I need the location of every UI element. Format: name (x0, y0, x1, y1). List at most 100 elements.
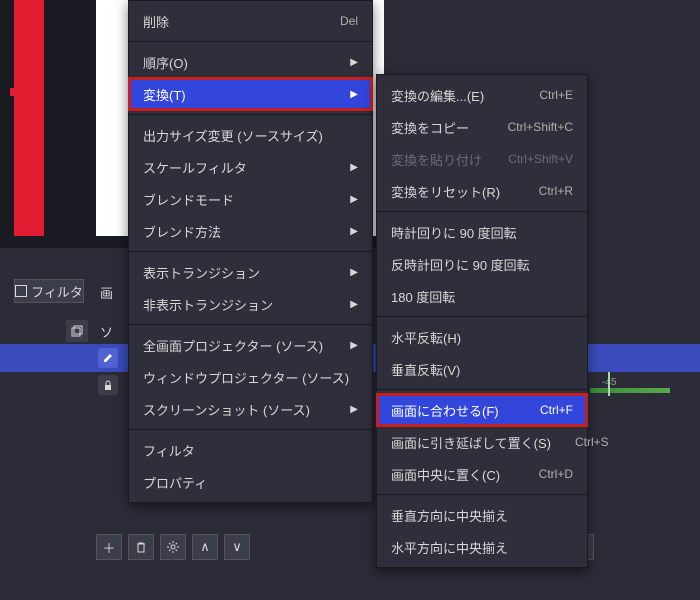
context-menu-item[interactable]: 全画面プロジェクター (ソース)▶ (129, 329, 372, 361)
menu-item-shortcut: Del (340, 14, 358, 28)
menu-item-label: 変換をコピー (391, 118, 484, 137)
transform-submenu-item[interactable]: 画面に引き延ばして置く(S)Ctrl+S (377, 426, 587, 458)
filters-button[interactable]: フィルタ (14, 279, 84, 303)
context-menu-item[interactable]: ウィンドウプロジェクター (ソース) (129, 361, 372, 393)
context-menu-item[interactable]: スケールフィルタ ▶ (129, 151, 372, 183)
restore-panel-button[interactable] (66, 320, 88, 342)
transform-submenu-item[interactable]: 変換の編集...(E)Ctrl+E (377, 79, 587, 111)
audio-meter-peak (608, 372, 610, 396)
menu-item-label: 反時計回りに 90 度回転 (391, 255, 573, 274)
menu-item-label: ブレンドモード (143, 190, 326, 209)
menu-item-label: 表示トランジション (143, 263, 326, 282)
move-up-button[interactable]: ∧ (192, 534, 218, 560)
context-menu-item[interactable]: 非表示トランジション ▶ (129, 288, 372, 320)
menu-item-label: スケールフィルタ (143, 158, 326, 177)
context-menu-item[interactable]: 削除 Del (129, 5, 372, 37)
menu-item-label: 順序(O) (143, 53, 326, 72)
transform-submenu-item[interactable]: 水平方向に中央揃え (377, 531, 587, 563)
chevron-down-icon: ∨ (232, 539, 242, 555)
transform-submenu-item[interactable]: 180 度回転 (377, 280, 587, 312)
menu-item-shortcut: Ctrl+R (539, 184, 573, 198)
menu-item-label: 画面中央に置く(C) (391, 465, 515, 484)
trash-icon (134, 540, 148, 554)
transform-submenu-item[interactable]: 変換をリセット(R) Ctrl+R (377, 175, 587, 207)
transform-submenu-item[interactable]: 水平反転(H) (377, 321, 587, 353)
transform-submenu-separator (377, 494, 587, 495)
submenu-arrow-icon: ▶ (350, 89, 358, 100)
transform-submenu-item: 変換を貼り付けCtrl+Shift+V (377, 143, 587, 175)
sources-toolbar: ＋ ∧ ∨ (96, 534, 250, 560)
toggle-visibility-button[interactable] (98, 348, 118, 368)
submenu-arrow-icon: ▶ (350, 162, 358, 173)
menu-item-label: 全画面プロジェクター (ソース) (143, 336, 326, 355)
gear-icon (166, 540, 180, 554)
context-menu-item[interactable]: ブレンドモード ▶ (129, 183, 372, 215)
transform-submenu-item[interactable]: 垂直方向に中央揃え (377, 499, 587, 531)
menu-item-label: フィルタ (143, 441, 358, 460)
submenu-arrow-icon: ▶ (350, 267, 358, 278)
toggle-lock-button[interactable] (98, 375, 118, 395)
audio-meter (590, 388, 670, 393)
transform-submenu-separator (377, 211, 587, 212)
context-menu-separator (129, 114, 372, 115)
context-menu-item[interactable]: 表示トランジション ▶ (129, 256, 372, 288)
menu-item-label: 非表示トランジション (143, 295, 326, 314)
menu-item-label: 水平反転(H) (391, 328, 573, 347)
menu-item-label: ウィンドウプロジェクター (ソース) (143, 368, 358, 387)
resize-handle[interactable] (10, 88, 18, 96)
transform-submenu-item[interactable]: 変換をコピー Ctrl+Shift+C (377, 111, 587, 143)
cropped-label: 画 (100, 283, 113, 302)
context-menu-item[interactable]: 出力サイズ変更 (ソースサイズ) (129, 119, 372, 151)
transform-submenu-item[interactable]: 反時計回りに 90 度回転 (377, 248, 587, 280)
menu-item-label: 出力サイズ変更 (ソースサイズ) (143, 126, 358, 145)
transform-submenu-item[interactable]: 画面に合わせる(F) Ctrl+F (377, 394, 587, 426)
filter-icon (15, 285, 27, 297)
menu-item-shortcut: Ctrl+Shift+C (508, 120, 573, 134)
submenu-arrow-icon: ▶ (350, 194, 358, 205)
submenu-arrow-icon: ▶ (350, 57, 358, 68)
context-menu-separator (129, 324, 372, 325)
restore-icon (70, 324, 84, 338)
transform-submenu-separator (377, 316, 587, 317)
move-down-button[interactable]: ∨ (224, 534, 250, 560)
menu-item-label: 水平方向に中央揃え (391, 538, 573, 557)
menu-item-label: 変換をリセット(R) (391, 182, 515, 201)
menu-item-shortcut: Ctrl+S (575, 435, 609, 449)
menu-item-shortcut: Ctrl+Shift+V (508, 152, 573, 166)
filters-button-label: フィルタ (31, 282, 83, 301)
chevron-up-icon: ∧ (200, 539, 210, 555)
context-menu-item[interactable]: 変換(T)▶ (129, 78, 372, 110)
context-menu-separator (129, 429, 372, 430)
transform-submenu-item[interactable]: 時計回りに 90 度回転 (377, 216, 587, 248)
context-menu-item[interactable]: プロパティ (129, 466, 372, 498)
menu-item-label: 時計回りに 90 度回転 (391, 223, 573, 242)
sources-label-cropped: ソ (100, 322, 113, 341)
transform-submenu-separator (377, 389, 587, 390)
plus-icon: ＋ (102, 538, 115, 557)
context-menu-item[interactable]: スクリーンショット (ソース) ▶ (129, 393, 372, 425)
menu-item-shortcut: Ctrl+D (539, 467, 573, 481)
menu-item-label: 画面に合わせる(F) (391, 401, 516, 420)
context-menu-separator (129, 41, 372, 42)
menu-item-label: プロパティ (143, 473, 358, 492)
selected-source-bounds[interactable] (14, 0, 44, 236)
menu-item-label: ブレンド方法 (143, 222, 326, 241)
menu-item-label: 180 度回転 (391, 287, 573, 306)
source-context-menu: 削除Del順序(O)▶変換(T)▶出力サイズ変更 (ソースサイズ)スケールフィル… (128, 0, 373, 503)
menu-item-shortcut: Ctrl+E (539, 88, 573, 102)
context-menu-item[interactable]: フィルタ (129, 434, 372, 466)
transform-submenu: 変換の編集...(E)Ctrl+E 変換をコピー Ctrl+Shift+C 変換を貼り… (376, 74, 588, 568)
add-source-button[interactable]: ＋ (96, 534, 122, 560)
remove-source-button[interactable] (128, 534, 154, 560)
submenu-arrow-icon: ▶ (350, 299, 358, 310)
transform-submenu-item[interactable]: 画面中央に置く(C) Ctrl+D (377, 458, 587, 490)
context-menu-item[interactable]: ブレンド方法▶ (129, 215, 372, 247)
submenu-arrow-icon: ▶ (350, 404, 358, 415)
context-menu-item[interactable]: 順序(O) ▶ (129, 46, 372, 78)
menu-item-label: 削除 (143, 12, 316, 31)
source-properties-button[interactable] (160, 534, 186, 560)
menu-item-label: スクリーンショット (ソース) (143, 400, 326, 419)
menu-item-shortcut: Ctrl+F (540, 403, 573, 417)
transform-submenu-item[interactable]: 垂直反転(V) (377, 353, 587, 385)
lock-icon (102, 379, 114, 391)
